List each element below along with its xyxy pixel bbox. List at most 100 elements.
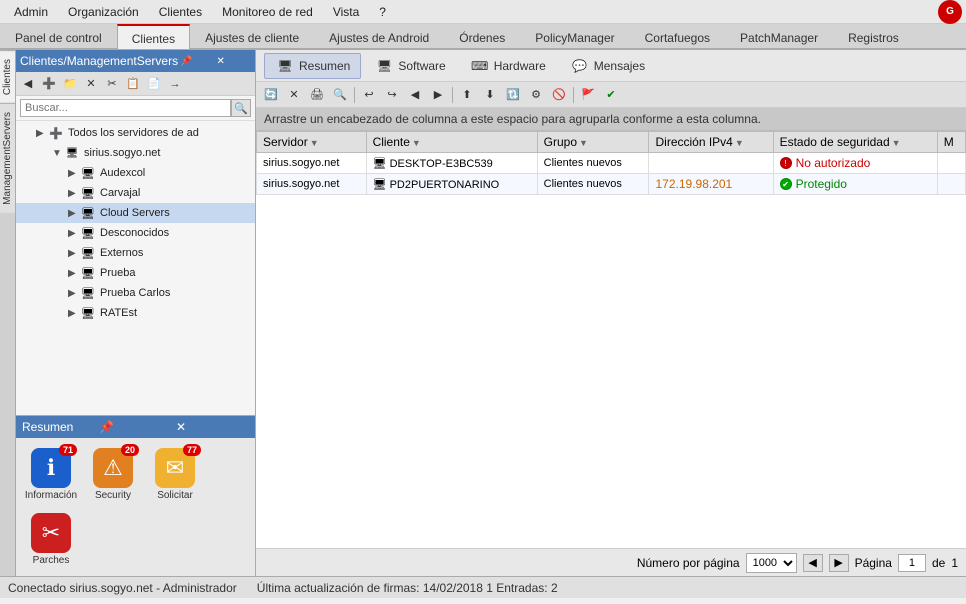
toolbar-cut-btn[interactable]: ✂	[102, 75, 122, 93]
toolbar-folder-btn[interactable]: 📁	[60, 75, 80, 93]
pg-first-btn[interactable]: ◀	[803, 554, 823, 572]
tree-child-arrow-7: ▶	[68, 308, 80, 319]
tree-item-ratest[interactable]: ▶ 🖥 RATEst	[16, 303, 255, 323]
tree-item-externos[interactable]: ▶ 🖥 Externos	[16, 243, 255, 263]
menu-admin[interactable]: Admin	[4, 2, 58, 22]
tree-item-audexcol[interactable]: ▶ 🖥 Audexcol	[16, 163, 255, 183]
tab-policymanager[interactable]: PolicyManager	[520, 24, 629, 48]
page-input[interactable]	[898, 554, 926, 572]
tree-item-prueba-carlos[interactable]: ▶ 🖥 Prueba Carlos	[16, 283, 255, 303]
sec-tab-mensajes-label: Mensajes	[594, 59, 645, 73]
toolbar-paste-btn[interactable]: 📄	[144, 75, 164, 93]
tree-item-cloud-servers[interactable]: ▶ 🖥 Cloud Servers	[16, 203, 255, 223]
tree-root[interactable]: ▶ ➕ Todos los servidores de ad	[16, 123, 255, 143]
act-refresh[interactable]: 🔄	[260, 85, 282, 105]
act-sync[interactable]: 🔃	[502, 85, 524, 105]
col-m[interactable]: M	[937, 132, 965, 153]
resumen-info[interactable]: ℹ 71 Información	[22, 444, 80, 505]
sec-tab-software[interactable]: 🖥 Software	[363, 53, 456, 79]
sec-tab-mensajes[interactable]: 💬 Mensajes	[559, 53, 656, 79]
tab-registros[interactable]: Registros	[833, 24, 914, 48]
col-grupo[interactable]: Grupo▼	[537, 132, 649, 153]
sec-tab-resumen[interactable]: 🖥 Resumen	[264, 53, 361, 79]
resumen-solicitar-label: Solicitar	[157, 490, 193, 501]
tab-ajustes-cliente[interactable]: Ajustes de cliente	[190, 24, 314, 48]
tab-panel-control[interactable]: Panel de control	[0, 24, 117, 48]
main-area: 🖥 Resumen 🖥 Software ⌨ Hardware 💬 Mensaj…	[256, 50, 966, 576]
tree-child-label-6: Prueba Carlos	[100, 287, 170, 299]
act-download[interactable]: ⬇	[479, 85, 501, 105]
act-undo[interactable]: ↩	[358, 85, 380, 105]
act-search[interactable]: 🔍	[329, 85, 351, 105]
table-row[interactable]: sirius.sogyo.net 🖥 PD2PUERTONARINO Clien…	[257, 174, 966, 195]
tree-item-prueba[interactable]: ▶ 🖥 Prueba	[16, 263, 255, 283]
tab-cortafuegos[interactable]: Cortafuegos	[630, 24, 725, 48]
table-row[interactable]: sirius.sogyo.net 🖥 DESKTOP-E3BC539 Clien…	[257, 153, 966, 174]
menu-help[interactable]: ?	[369, 2, 396, 22]
cell-grupo-1: Clientes nuevos	[537, 153, 649, 174]
resumen-tab-icon: 🖥	[275, 58, 295, 74]
tree-server[interactable]: ▼ 🖥 sirius.sogyo.net	[16, 143, 255, 163]
act-block[interactable]: 🚫	[548, 85, 570, 105]
resumen-pin-icon[interactable]: 📌	[99, 420, 172, 434]
status-protected: ✔ Protegido	[780, 177, 931, 191]
resumen-solicitar[interactable]: ✉ 77 Solicitar	[146, 444, 204, 505]
act-upload[interactable]: ⬆	[456, 85, 478, 105]
resumen-close-icon[interactable]: ✕	[176, 420, 249, 434]
page-size-select[interactable]: 1000	[746, 553, 797, 573]
tab-ordenes[interactable]: Órdenes	[444, 24, 520, 48]
status-no-auth: ! No autorizado	[780, 156, 931, 170]
act-delete[interactable]: ✕	[283, 85, 305, 105]
main-tab-bar: Panel de control Clientes Ajustes de cli…	[0, 24, 966, 50]
side-tab-clientes[interactable]: Clientes	[0, 50, 15, 103]
search-button[interactable]: 🔍	[231, 99, 251, 117]
search-input[interactable]	[20, 99, 231, 117]
toolbar-copy-btn[interactable]: 📋	[123, 75, 143, 93]
statusbar: Conectado sirius.sogyo.net - Administrad…	[0, 576, 966, 598]
col-cliente[interactable]: Cliente▼	[366, 132, 537, 153]
menu-organizacion[interactable]: Organización	[58, 2, 149, 22]
side-tab-mgmt[interactable]: ManagementServers	[0, 103, 15, 213]
act-prev[interactable]: ◀	[404, 85, 426, 105]
tree-root-arrow: ▶	[36, 128, 48, 139]
panel-pin-icon[interactable]: 📌	[180, 56, 214, 67]
resumen-info-badge: 71	[59, 444, 77, 456]
toolbar-plus-btn[interactable]: ➕	[39, 75, 59, 93]
tree-item-carvajal[interactable]: ▶ 🖥 Carvajal	[16, 183, 255, 203]
tree-root-icon: ➕	[48, 125, 64, 141]
tab-clientes[interactable]: Clientes	[117, 24, 190, 49]
act-check[interactable]: ✔	[600, 85, 622, 105]
col-estado[interactable]: Estado de seguridad▼	[773, 132, 937, 153]
panel-close-icon[interactable]: ✕	[217, 56, 251, 67]
left-toolbar: ◀ ➕ 📁 ✕ ✂ 📋 📄 →	[16, 72, 255, 96]
pg-prev-btn[interactable]: ▶	[829, 554, 849, 572]
tab-ajustes-android[interactable]: Ajustes de Android	[314, 24, 444, 48]
act-redo[interactable]: ↪	[381, 85, 403, 105]
resumen-parches[interactable]: ✂ Parches	[22, 509, 80, 570]
tree-item-desconocidos[interactable]: ▶ 🖥 Desconocidos	[16, 223, 255, 243]
tree-child-label-4: Externos	[100, 247, 143, 259]
menu-vista[interactable]: Vista	[323, 2, 369, 22]
resumen-security[interactable]: ⚠ 20 Security	[84, 444, 142, 505]
act-flag-red[interactable]: 🚩	[577, 85, 599, 105]
toolbar-delete-btn[interactable]: ✕	[81, 75, 101, 93]
tree-child-label-0: Audexcol	[100, 167, 145, 179]
toolbar-back-btn[interactable]: ◀	[18, 75, 38, 93]
menu-monitoreo[interactable]: Monitoreo de red	[212, 2, 323, 22]
act-config[interactable]: ⚙	[525, 85, 547, 105]
tree-server-arrow: ▼	[52, 148, 64, 159]
act-print[interactable]: 🖨	[306, 85, 328, 105]
act-next[interactable]: ▶	[427, 85, 449, 105]
toolbar-move-btn[interactable]: →	[165, 75, 185, 93]
menu-clientes[interactable]: Clientes	[149, 2, 212, 22]
clients-table: Servidor▼ Cliente▼ Grupo▼ Dirección IPv4…	[256, 131, 966, 195]
tree-child-arrow-2: ▶	[68, 208, 80, 219]
resumen-header: Resumen 📌 ✕	[16, 416, 255, 438]
sec-tab-hardware[interactable]: ⌨ Hardware	[459, 53, 557, 79]
col-servidor[interactable]: Servidor▼	[257, 132, 367, 153]
pagination-label: Número por página	[637, 556, 740, 570]
tree-child-icon-1: 🖥	[80, 185, 96, 201]
tab-patchmanager[interactable]: PatchManager	[725, 24, 833, 48]
group-header-text: Arrastre un encabezado de columna a este…	[264, 112, 761, 126]
col-ip[interactable]: Dirección IPv4▼	[649, 132, 773, 153]
